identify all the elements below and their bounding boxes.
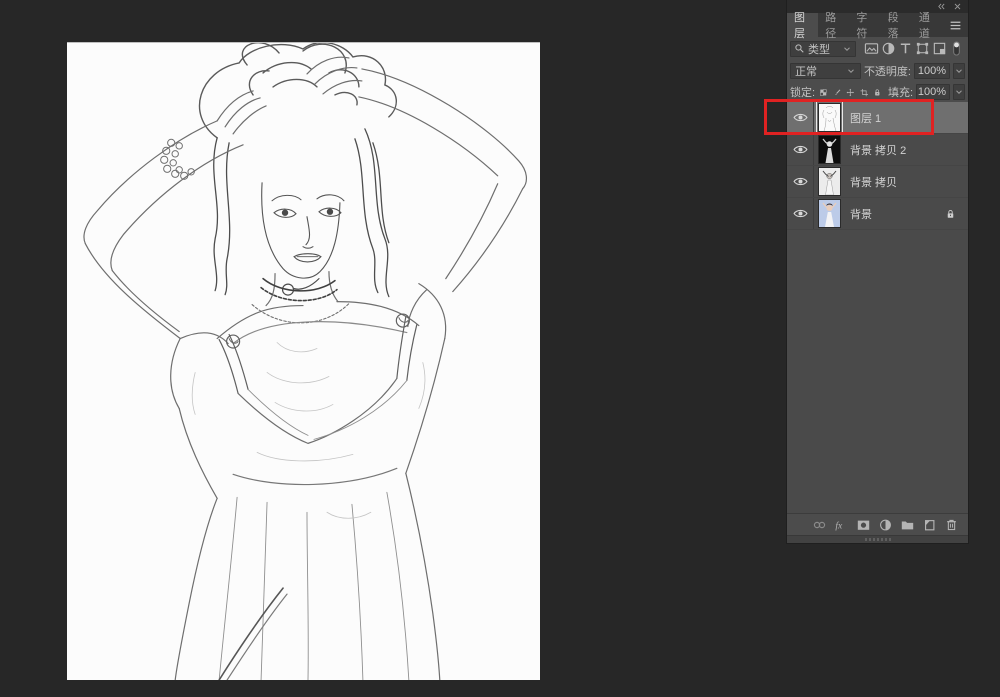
- chevron-down-icon: [846, 66, 856, 76]
- visibility-toggle[interactable]: [787, 134, 814, 165]
- filter-type-buttons: [863, 41, 965, 56]
- layers-panel: 图层 路径 字符 段落 通道 类型 正常 不透明度:: [787, 0, 968, 543]
- layer-thumbnail-image: [819, 136, 840, 163]
- lock-all-icon[interactable]: [873, 86, 882, 99]
- delete-layer-icon[interactable]: [944, 518, 959, 532]
- lock-pixels-icon[interactable]: [833, 86, 842, 99]
- layers-toolbar: [787, 513, 968, 535]
- shape-layer-filter-icon[interactable]: [915, 41, 930, 56]
- layer-thumbnail[interactable]: [818, 103, 841, 132]
- eye-icon: [793, 208, 808, 219]
- eye-icon: [793, 144, 808, 155]
- filter-kind-label: 类型: [808, 41, 830, 57]
- lock-artboard-icon[interactable]: [860, 86, 869, 99]
- chevron-down-icon: [954, 66, 964, 76]
- blend-mode-value: 正常: [795, 63, 817, 79]
- panel-group-header: [787, 0, 968, 13]
- layer-row[interactable]: 背景: [787, 198, 968, 230]
- layer-name: 背景 拷贝 2: [850, 142, 906, 158]
- layer-name: 背景: [850, 206, 872, 222]
- opacity-input[interactable]: 100%: [914, 63, 950, 79]
- lock-label: 锁定:: [790, 84, 815, 100]
- panel-menu-icon: [949, 20, 962, 31]
- link-layers-icon[interactable]: [812, 518, 827, 532]
- adjustment-layer-filter-icon[interactable]: [881, 41, 896, 56]
- tab-layers[interactable]: 图层: [787, 13, 818, 37]
- layer-row[interactable]: 背景 拷贝 2: [787, 134, 968, 166]
- type-layer-filter-icon[interactable]: [898, 41, 913, 56]
- tab-channels[interactable]: 通道: [912, 13, 943, 37]
- chevron-down-icon: [954, 87, 964, 97]
- layer-thumbnail[interactable]: [818, 135, 841, 164]
- new-layer-icon[interactable]: [922, 518, 937, 532]
- sketch-artwork: [67, 43, 540, 680]
- lock-position-icon[interactable]: [846, 86, 855, 99]
- search-icon: [794, 43, 805, 54]
- fill-value: 100%: [918, 86, 946, 98]
- opacity-dropdown-button[interactable]: [953, 63, 965, 79]
- layer-thumbnail-image: [819, 200, 840, 227]
- layer-thumbnail-image: [819, 104, 840, 131]
- lock-transparency-icon[interactable]: [819, 86, 828, 99]
- layer-row[interactable]: 图层 1: [787, 102, 968, 134]
- pixel-layer-filter-icon[interactable]: [864, 41, 879, 56]
- lock-row: 锁定: 填充: 100%: [787, 82, 968, 102]
- layer-list: 图层 1 背景 拷贝 2 背景 拷贝 背景: [787, 102, 968, 513]
- smart-object-filter-icon[interactable]: [932, 41, 947, 56]
- grip-dots: [865, 538, 891, 541]
- panel-tabbar: 图层 路径 字符 段落 通道: [787, 13, 968, 37]
- adjustment-layer-icon[interactable]: [878, 518, 893, 532]
- layer-name: 背景 拷贝: [850, 174, 897, 190]
- tab-paths[interactable]: 路径: [818, 13, 849, 37]
- panel-resize-grip[interactable]: [787, 535, 968, 543]
- layer-thumbnail[interactable]: [818, 199, 841, 228]
- filter-toggle-switch[interactable]: [949, 41, 964, 56]
- panel-menu-button[interactable]: [943, 13, 968, 37]
- layer-mask-icon[interactable]: [856, 518, 871, 532]
- layer-lock-icon: [945, 208, 956, 220]
- tab-character[interactable]: 字符: [849, 13, 880, 37]
- chevron-down-icon: [842, 44, 852, 54]
- layer-thumbnail-image: [819, 168, 840, 195]
- layer-style-fx-icon[interactable]: [834, 518, 849, 532]
- tab-paragraph[interactable]: 段落: [881, 13, 912, 37]
- filter-kind-select[interactable]: 类型: [790, 41, 856, 57]
- opacity-label: 不透明度:: [864, 63, 911, 79]
- layer-row[interactable]: 背景 拷贝: [787, 166, 968, 198]
- fill-label: 填充:: [888, 84, 913, 100]
- fill-input[interactable]: 100%: [916, 84, 950, 100]
- visibility-toggle[interactable]: [787, 166, 814, 197]
- fill-dropdown-button[interactable]: [953, 84, 965, 100]
- blend-mode-row: 正常 不透明度: 100%: [787, 60, 968, 82]
- document-canvas[interactable]: [67, 42, 540, 680]
- layer-filter-row: 类型: [787, 37, 968, 60]
- visibility-toggle[interactable]: [787, 198, 814, 229]
- new-group-icon[interactable]: [900, 518, 915, 532]
- close-icon[interactable]: [953, 2, 962, 11]
- opacity-value: 100%: [918, 65, 946, 77]
- eye-icon: [793, 112, 808, 123]
- collapse-panels-icon[interactable]: [936, 2, 945, 11]
- layer-thumbnail[interactable]: [818, 167, 841, 196]
- layer-name: 图层 1: [850, 110, 881, 126]
- blend-mode-select[interactable]: 正常: [790, 63, 861, 79]
- visibility-toggle[interactable]: [787, 102, 814, 133]
- eye-icon: [793, 176, 808, 187]
